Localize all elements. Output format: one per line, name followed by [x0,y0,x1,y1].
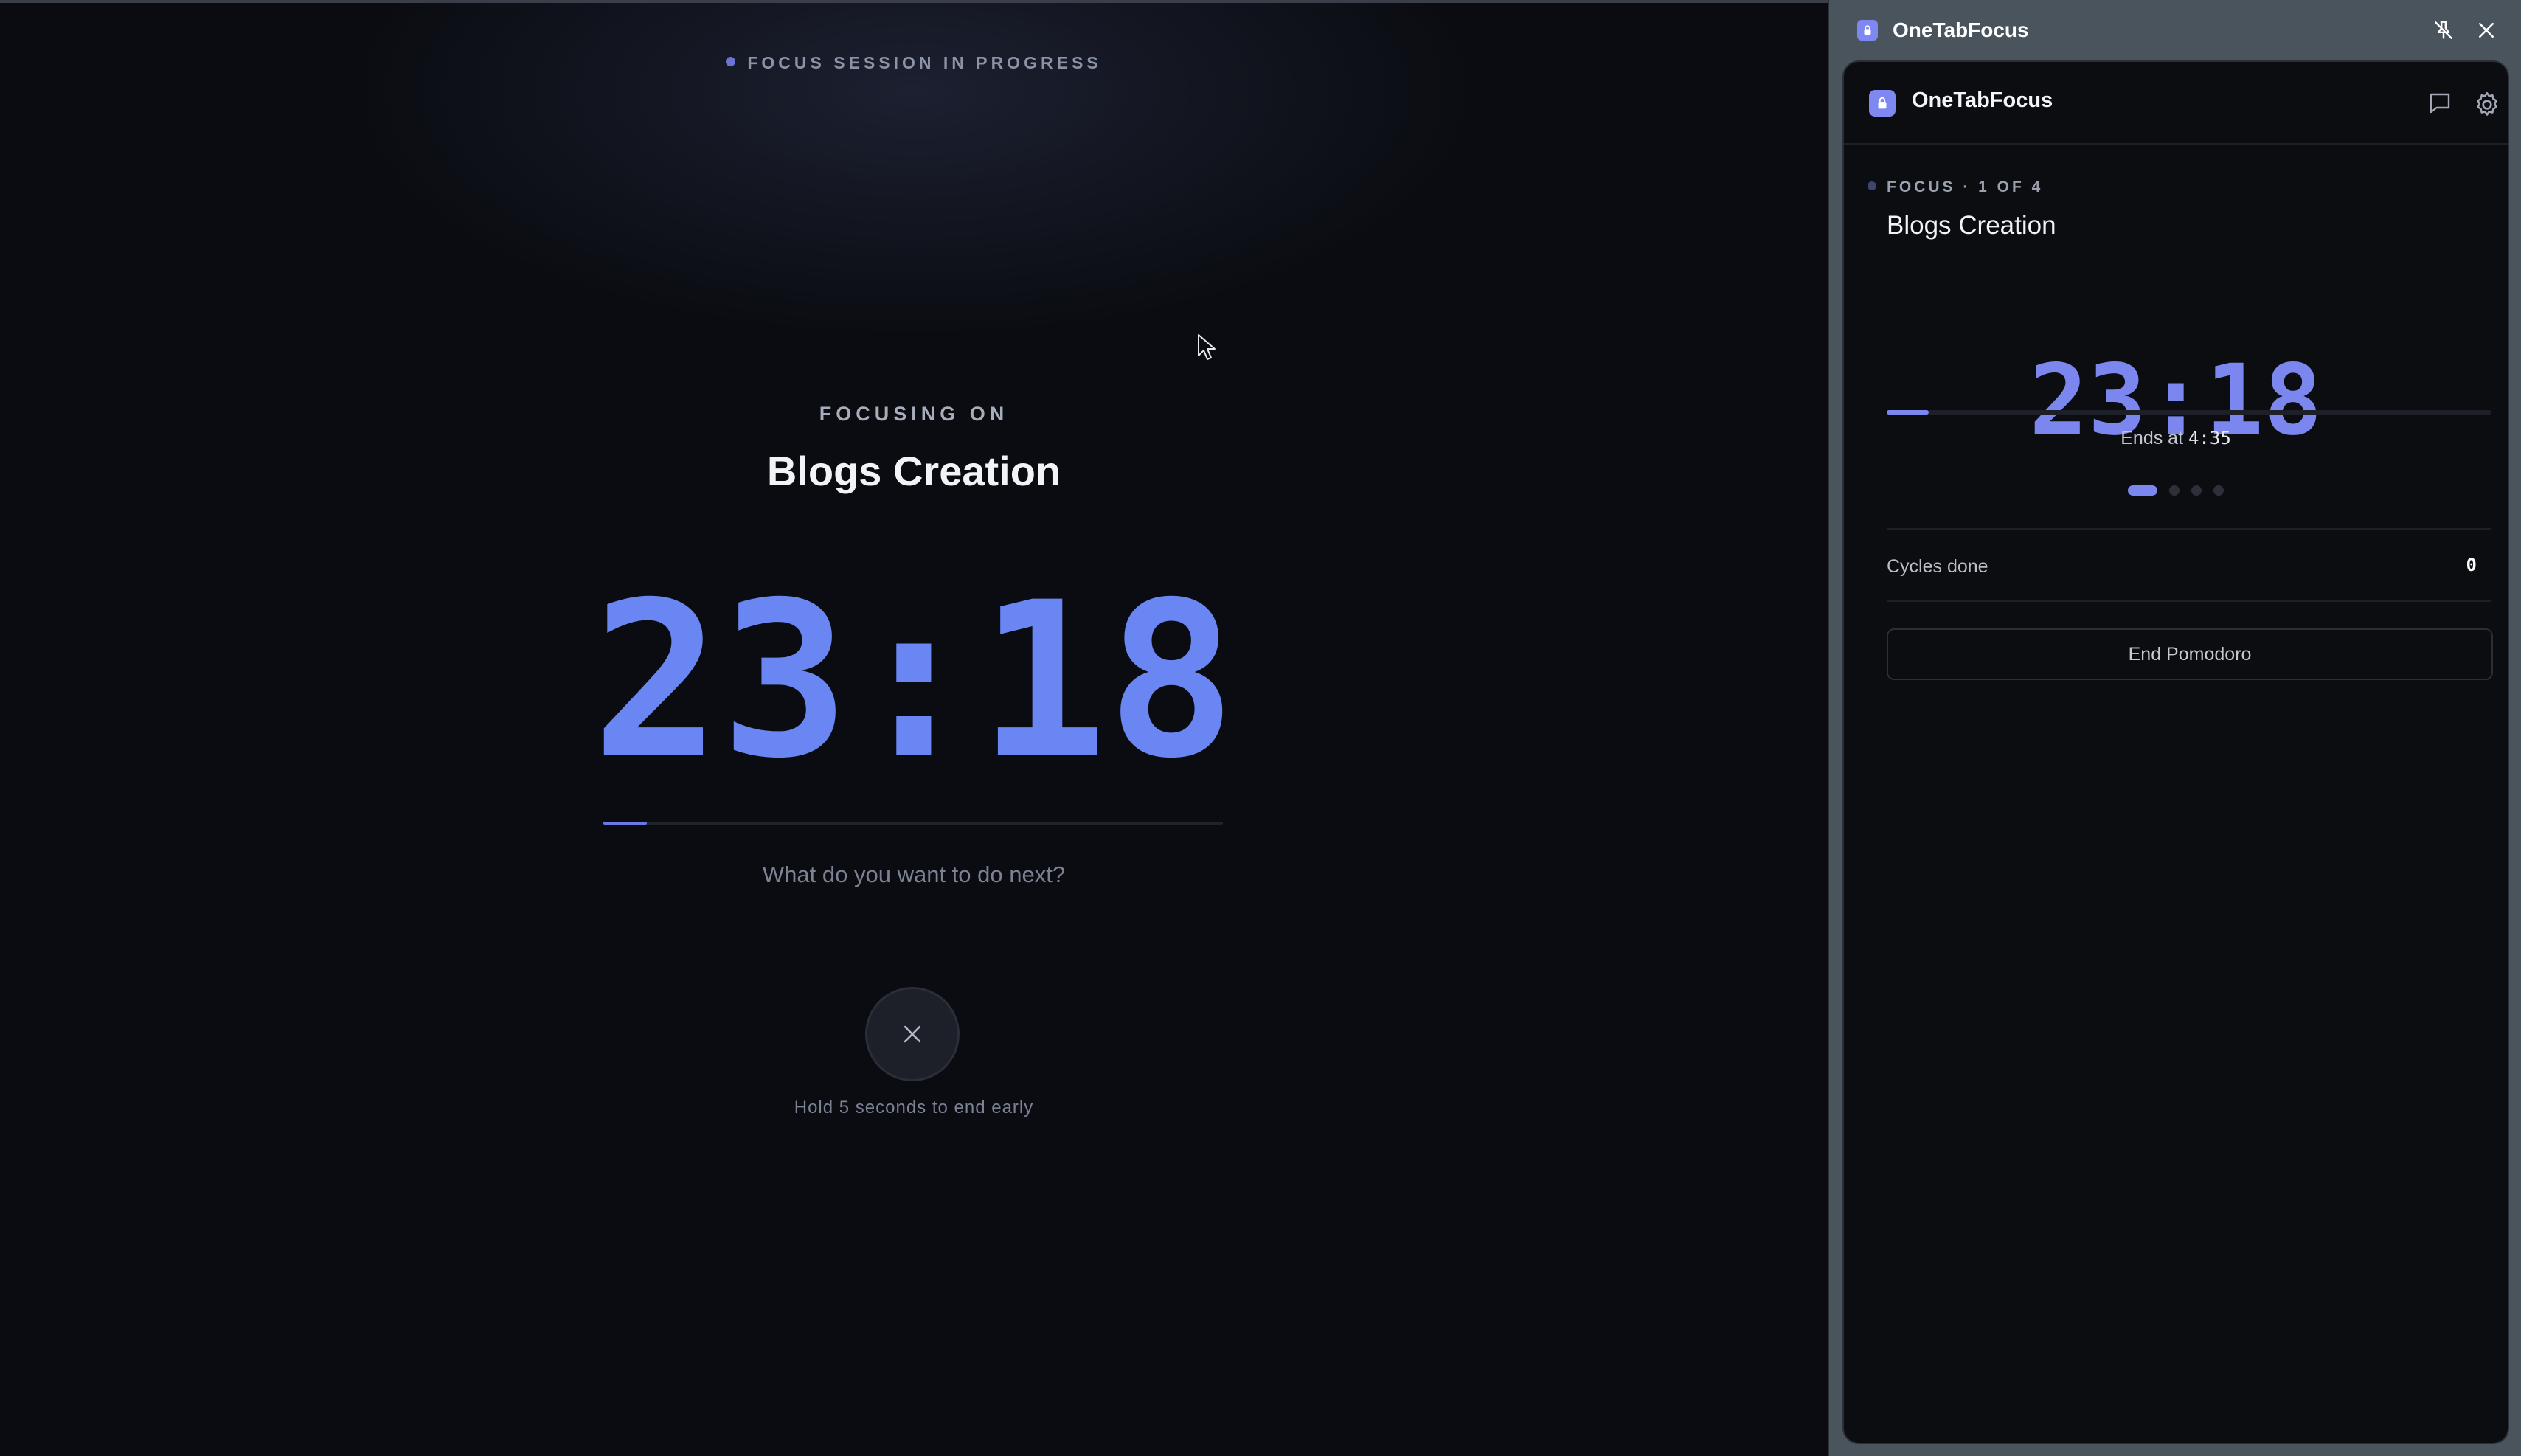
session-status: FOCUS SESSION IN PROGRESS [0,53,1828,73]
window-titlebar[interactable]: OneTabFocus [1829,0,2521,60]
panel-logo [1869,90,1896,117]
ends-at-time: 4:35 [2188,428,2231,448]
close-icon [904,1025,921,1043]
cycle-dot [2169,485,2180,496]
cycle-dot-active [2128,485,2157,496]
status-dot [726,57,736,67]
mouse-cursor-icon [1198,334,1216,360]
focusing-on-label: FOCUSING ON [819,403,1009,425]
feedback-icon[interactable] [2427,90,2453,117]
phase-label: FOCUS · 1 OF 4 [1868,178,2044,196]
cycle-dot [2213,485,2224,496]
session-progress-bar [603,822,1223,825]
window-title: OneTabFocus [1893,18,2029,41]
task-title: Blogs Creation [766,448,1061,494]
cycles-done-label: Cycles done [1887,556,1988,577]
divider [1887,528,2491,530]
side-window: OneTabFocus OneTabFocus FOCUS · 1 OF 4 B… [1828,0,2521,1456]
settings-icon[interactable] [2472,90,2502,119]
app-logo [1857,20,1878,41]
window-close-icon[interactable] [2475,19,2497,41]
lock-icon [1878,97,1887,109]
panel-progress-fill [1887,410,1929,415]
hold-hint: Hold 5 seconds to end early [794,1098,1034,1117]
panel-progress-bar [1887,410,2491,415]
phase-dot [1868,181,1876,190]
extension-panel: OneTabFocus FOCUS · 1 OF 4 Blogs Creatio… [1842,60,2509,1444]
session-status-text: FOCUS SESSION IN PROGRESS [747,53,1102,72]
end-early-button[interactable] [865,987,960,1081]
unpin-icon[interactable] [2431,18,2456,43]
session-progress-fill [603,822,647,825]
panel-app-name: OneTabFocus [1912,89,2053,112]
panel-header: OneTabFocus [1844,62,2508,145]
ends-at: Ends at 4:35 [1844,428,2508,449]
panel-task-title: Blogs Creation [1887,211,2056,240]
focus-page: FOCUS SESSION IN PROGRESS FOCUSING ON Bl… [0,0,1828,1456]
ends-at-label: Ends at [2121,428,2184,448]
end-pomodoro-button[interactable]: End Pomodoro [1887,628,2493,680]
cycle-dot [2191,485,2202,496]
countdown-timer: 23:18 [592,557,1236,805]
cycle-indicator [1844,485,2508,496]
cycles-done-value: 0 [2466,555,2477,575]
phase-label-text: FOCUS · 1 OF 4 [1887,178,2044,195]
next-task-prompt: What do you want to do next? [762,862,1066,887]
divider [1887,600,2491,602]
lock-icon [1864,25,1871,35]
